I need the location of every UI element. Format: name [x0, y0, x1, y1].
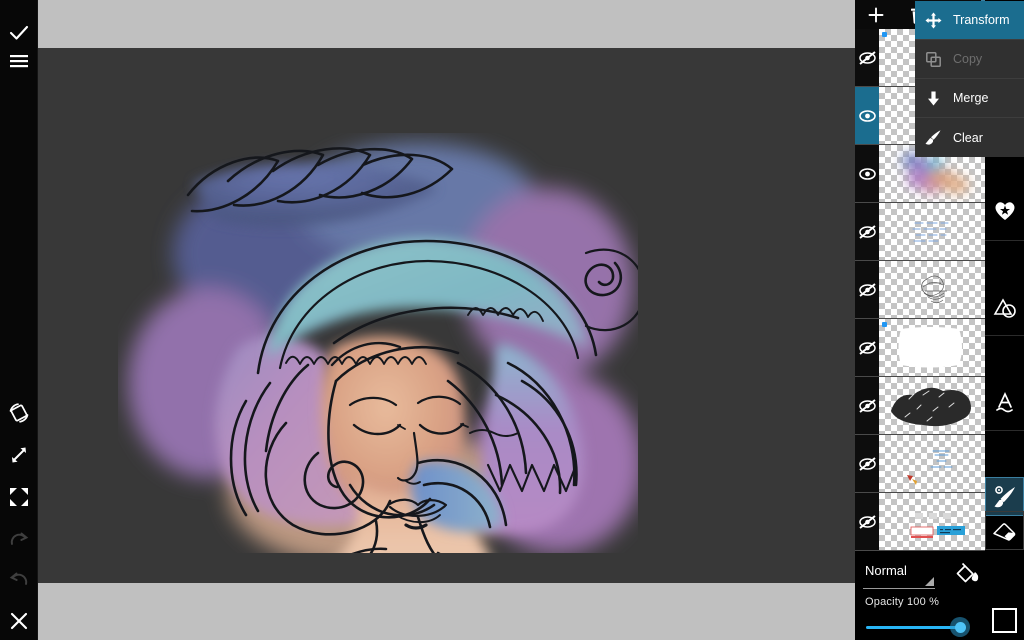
opacity-label: Opacity 100 %: [865, 596, 940, 608]
layer-thumbnail[interactable]: [879, 435, 985, 492]
layer-context-menu[interactable]: Transform Copy Merge Clear: [915, 1, 1024, 157]
layer-visibility-visible-icon[interactable]: [855, 145, 879, 202]
layer-row[interactable]: [855, 435, 985, 493]
slider-knob[interactable]: [955, 622, 966, 633]
left-toolbar: [0, 0, 38, 640]
menu-item-transform[interactable]: Transform: [915, 1, 1024, 40]
layer-row[interactable]: [855, 319, 985, 377]
layer-thumbnail[interactable]: [879, 261, 985, 318]
layer-thumbnail[interactable]: [879, 377, 985, 434]
canvas-area[interactable]: [38, 0, 855, 640]
layer-visibility-hidden-icon[interactable]: [855, 29, 879, 86]
layer-visibility-hidden-icon[interactable]: [855, 203, 879, 260]
brush-clear-icon: [924, 129, 942, 146]
layer-marker-dot: [882, 32, 887, 37]
opacity-slider[interactable]: [866, 617, 976, 637]
favorites-heart-icon[interactable]: [985, 190, 1024, 229]
layer-visibility-hidden-icon[interactable]: [855, 261, 879, 318]
redo-icon[interactable]: [0, 518, 38, 560]
paint-bucket-icon[interactable]: [953, 561, 981, 592]
layer-row[interactable]: [855, 377, 985, 435]
thumb-notes-blue: [907, 450, 953, 485]
copy-icon: [924, 51, 942, 68]
thumb-dark-scribble: [891, 387, 971, 427]
color-swatch[interactable]: [992, 608, 1017, 633]
menu-item-label: Clear: [953, 130, 983, 145]
layers-panel: Transform Copy Merge Clear Normal Opacit…: [855, 0, 1024, 640]
blend-mode-row: Normal: [863, 561, 981, 591]
close-icon[interactable]: [0, 600, 38, 640]
blend-mode-value: Normal: [865, 563, 907, 578]
eraser-tool-icon[interactable]: [985, 511, 1024, 550]
layer-visibility-hidden-icon[interactable]: [855, 493, 879, 550]
layer-thumbnail[interactable]: [879, 319, 985, 376]
menu-item-label: Transform: [953, 13, 1010, 27]
menu-item-label: Merge: [953, 91, 989, 105]
layer-visibility-hidden-icon[interactable]: [855, 435, 879, 492]
artwork-illustration: [128, 143, 638, 553]
menu-hamburger-icon[interactable]: [0, 40, 38, 82]
blend-mode-dropdown[interactable]: Normal: [863, 563, 935, 589]
layer-visibility-visible-icon[interactable]: [855, 87, 879, 144]
menu-item-merge[interactable]: Merge: [915, 79, 1024, 118]
shapes-icon[interactable]: [985, 288, 1024, 327]
move-arrows-icon: [924, 12, 942, 29]
undo-icon[interactable]: [0, 558, 38, 600]
text-tool-icon[interactable]: [985, 382, 1024, 421]
rotate-canvas-icon[interactable]: [0, 392, 38, 434]
layer-row[interactable]: [855, 493, 985, 551]
layer-visibility-hidden-icon[interactable]: [855, 319, 879, 376]
fit-screen-icon[interactable]: [0, 476, 38, 518]
menu-item-label: Copy: [953, 52, 983, 66]
thumb-white-block: [898, 327, 962, 368]
layer-thumbnail[interactable]: [879, 493, 985, 550]
layer-row[interactable]: [855, 203, 985, 261]
dropdown-caret-icon: [925, 577, 934, 586]
thumb-gray-sketch: [921, 275, 947, 304]
add-layer-button[interactable]: [855, 0, 897, 29]
menu-item-copy[interactable]: Copy: [915, 40, 1024, 79]
arrow-down-icon: [924, 90, 942, 107]
canvas-surface[interactable]: [38, 48, 855, 583]
thumb-blue-text: [912, 222, 949, 242]
thumb-ui-strip: [910, 513, 965, 538]
layer-row[interactable]: [855, 261, 985, 319]
layer-visibility-hidden-icon[interactable]: [855, 377, 879, 434]
blend-opacity-panel: Normal Opacity 100 %: [855, 553, 985, 640]
menu-item-clear[interactable]: Clear: [915, 118, 1024, 157]
drawing-app-window: Transform Copy Merge Clear Normal Opacit…: [0, 0, 1024, 640]
slider-track[interactable]: [866, 626, 962, 629]
layer-thumbnail[interactable]: [879, 203, 985, 260]
resize-diagonal-icon[interactable]: [0, 434, 38, 476]
